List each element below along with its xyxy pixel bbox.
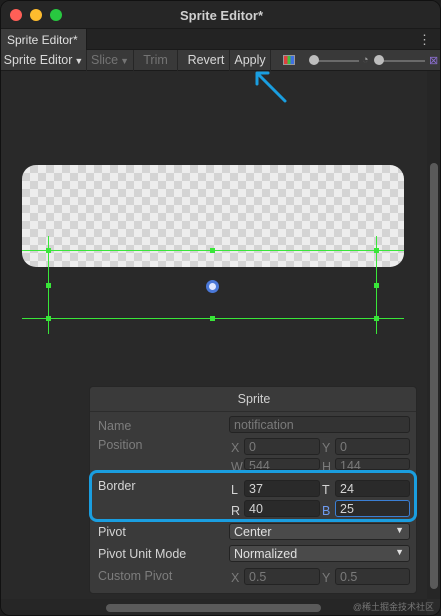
zoom-slider-knob[interactable] (309, 55, 319, 65)
border-handle[interactable] (46, 248, 51, 253)
window-title: Sprite Editor* (179, 8, 264, 23)
position-y-field[interactable]: 0 (335, 438, 410, 455)
vertical-scroll-thumb[interactable] (430, 163, 438, 589)
chevron-down-icon: ▼ (74, 56, 84, 66)
color-channel-icon[interactable] (283, 55, 295, 65)
position-label: Position (98, 438, 143, 452)
panel-title: Sprite (237, 392, 271, 406)
border-handle[interactable] (210, 248, 215, 253)
border-handle[interactable] (374, 283, 379, 288)
chevron-down-icon: ▼ (395, 525, 404, 535)
custom-pivot-x-field[interactable]: 0.5 (244, 568, 320, 585)
apply-button[interactable]: Apply (230, 50, 271, 71)
custom-pivot-y-field[interactable]: 0.5 (335, 568, 410, 585)
chevron-down-icon: ▼ (395, 547, 404, 557)
position-x-field[interactable]: 0 (244, 438, 320, 455)
pivot-unit-mode-dropdown[interactable]: Normalized ▼ (229, 545, 410, 562)
title-bar: Sprite Editor* (1, 1, 440, 29)
mode-dropdown[interactable]: Sprite Editor ▼ (1, 50, 87, 71)
revert-button[interactable]: Revert (183, 50, 230, 71)
annotation-arrow-icon (255, 71, 287, 103)
pivot-label: Pivot (98, 525, 126, 539)
position-y-label: Y (322, 441, 331, 455)
name-label: Name (98, 419, 132, 433)
trim-button[interactable]: Trim (134, 50, 178, 71)
border-handle[interactable] (210, 316, 215, 321)
mip-slider-knob[interactable] (374, 55, 384, 65)
horizontal-scroll-thumb[interactable] (106, 604, 321, 612)
slice-label: Slice (90, 53, 119, 67)
border-handle[interactable] (46, 316, 51, 321)
name-field[interactable]: notification (229, 416, 410, 433)
sprite-editor-window: Sprite Editor* Sprite Editor* ⋮ Sprite E… (0, 0, 441, 616)
border-handle[interactable] (374, 248, 379, 253)
panel-divider (90, 411, 416, 412)
position-w-field[interactable]: 544 (244, 458, 320, 470)
tab-strip: Sprite Editor* ⋮ (1, 29, 440, 50)
custom-pivot-y-label: Y (322, 571, 331, 585)
mip-icon: ◔ (362, 54, 369, 66)
pivot-value: Center (234, 525, 272, 539)
pivot-handle-icon[interactable] (206, 280, 219, 293)
custom-pivot-label: Custom Pivot (98, 569, 173, 583)
tab-sprite-editor[interactable]: Sprite Editor* (1, 29, 87, 50)
more-options-icon[interactable]: ⋮ (418, 32, 431, 48)
position-x-label: X (231, 441, 240, 455)
zoom-slider-track[interactable] (313, 60, 359, 62)
chevron-down-icon: ▼ (120, 56, 129, 66)
vertical-scrollbar[interactable] (427, 71, 440, 599)
border-highlight-annotation (89, 470, 417, 522)
pivot-unit-mode-label: Pivot Unit Mode (98, 547, 187, 561)
mode-dropdown-label: Sprite Editor (3, 53, 73, 67)
custom-pivot-x-label: X (231, 571, 240, 585)
toolbar: Sprite Editor ▼ Slice ▼ Trim Revert Apply … (1, 50, 440, 71)
pivot-dropdown[interactable]: Center ▼ (229, 523, 410, 540)
watermark: @稀土掘金技术社区 (352, 602, 434, 612)
mip-max-icon: ⊠ (429, 55, 439, 67)
position-h-field[interactable]: 144 (335, 458, 410, 470)
border-handle[interactable] (46, 283, 51, 288)
slice-dropdown[interactable]: Slice ▼ (87, 50, 134, 71)
pivot-unit-mode-value: Normalized (234, 547, 298, 561)
border-handle[interactable] (374, 316, 379, 321)
